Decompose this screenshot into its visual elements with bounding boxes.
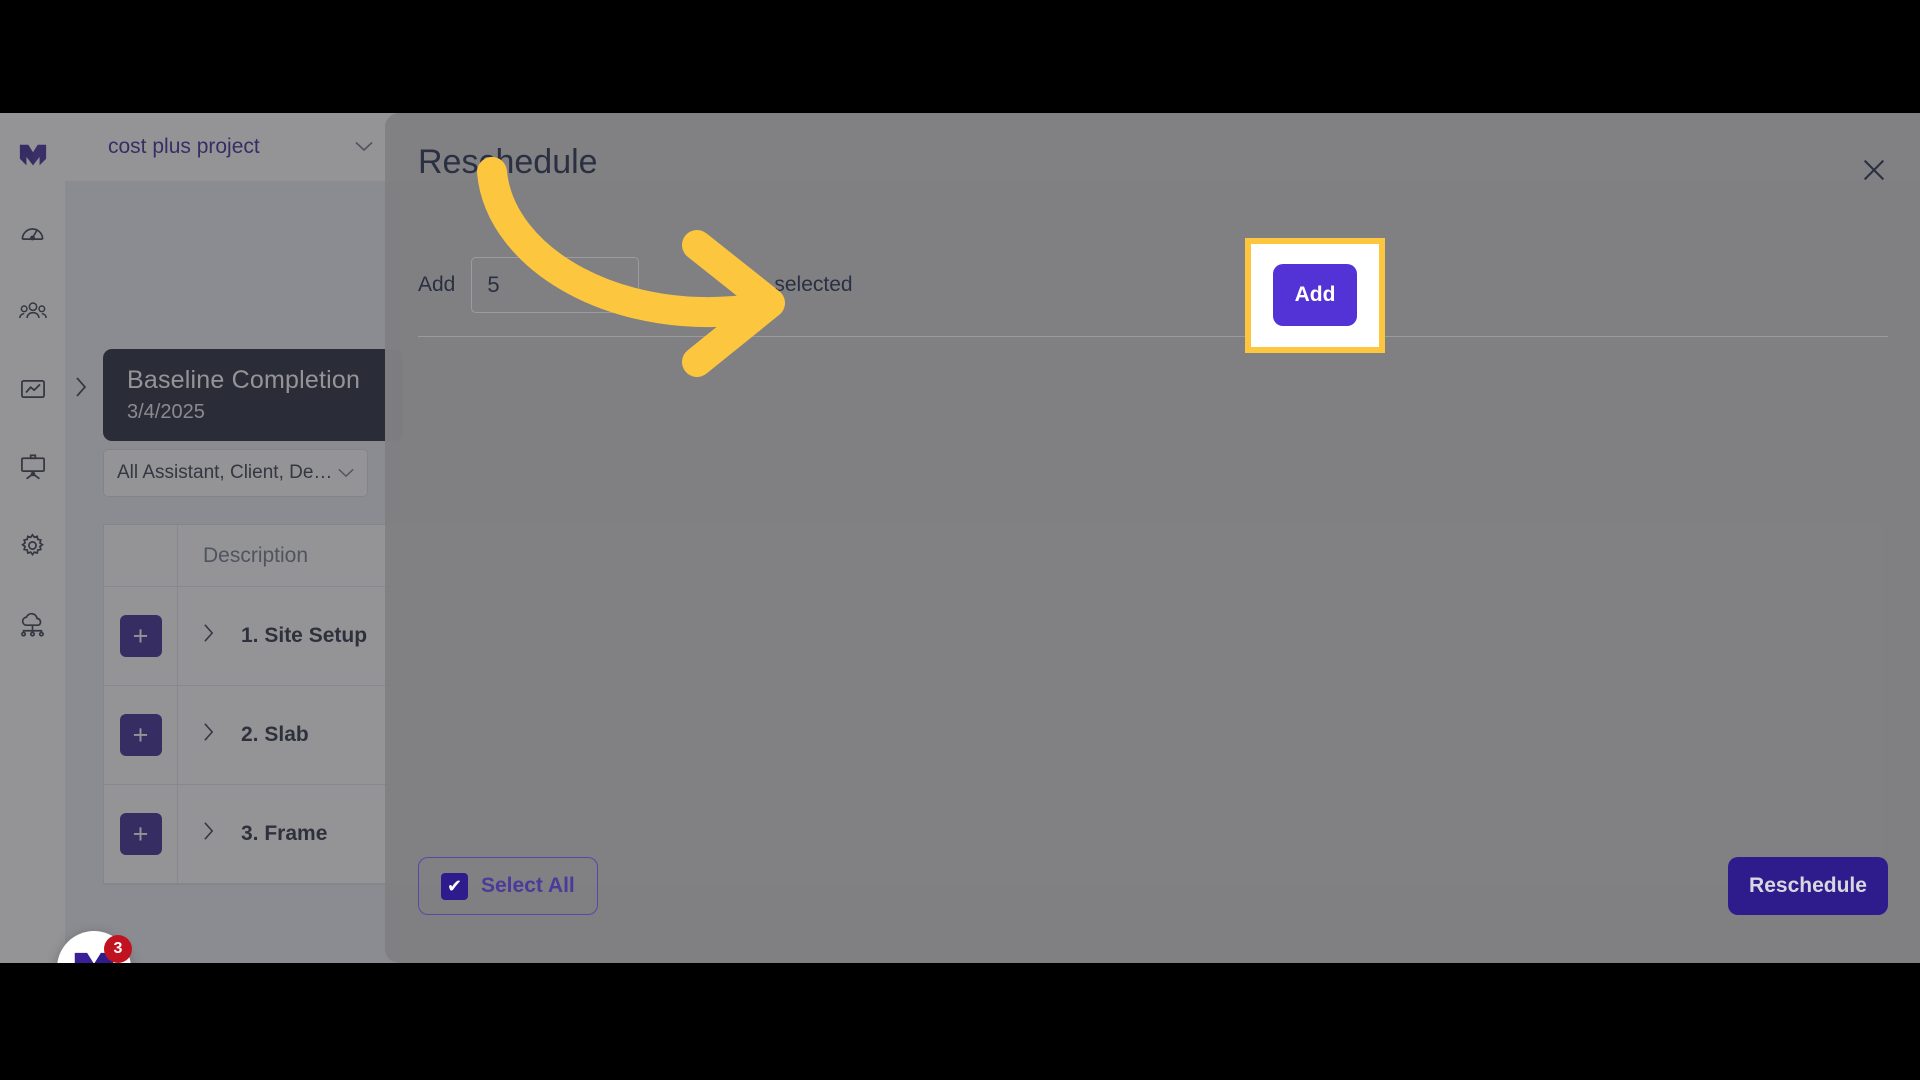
modal-title: Reschedule <box>418 143 598 181</box>
add-prefix-label: Add <box>418 272 456 296</box>
reschedule-submit-button[interactable]: Reschedule <box>1728 857 1888 915</box>
reschedule-modal: Reschedule Add selected Add ✔ Select All… <box>385 113 1920 963</box>
app-root: cost plus project Baseline Completion 3/… <box>0 0 1920 1080</box>
select-all-toggle[interactable]: ✔ Select All <box>418 857 598 915</box>
add-days-row: Add selected Add <box>418 233 1888 353</box>
select-all-label: Select All <box>481 874 575 897</box>
add-days-input[interactable] <box>471 256 640 313</box>
launcher-notification-badge: 3 <box>104 935 132 963</box>
add-button-highlight-box: Add <box>1245 238 1385 353</box>
selected-suffix-label: selected <box>774 272 853 296</box>
close-icon[interactable] <box>1860 156 1888 190</box>
modal-footer: ✔ Select All Reschedule <box>385 835 1920 963</box>
add-button[interactable]: Add <box>1273 264 1357 326</box>
checkbox-checked-icon[interactable]: ✔ <box>441 872 468 900</box>
